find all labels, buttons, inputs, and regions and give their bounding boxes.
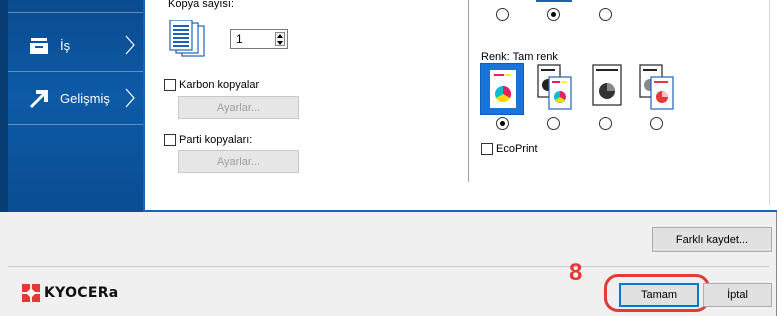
cancel-button[interactable]: İptal xyxy=(703,283,772,307)
ok-button[interactable]: Tamam xyxy=(619,283,699,307)
single-color-icon[interactable] xyxy=(635,63,679,115)
settings-panel-inner: Kopya sayısı: 1 Karbon kopyalar Ayarlar.… xyxy=(150,0,770,205)
batch-copies-checkbox[interactable] xyxy=(164,134,176,146)
step-number-callout: 8 xyxy=(569,259,583,286)
auto-color-icon[interactable] xyxy=(533,63,577,115)
batch-copies-label: Parti kopyaları: xyxy=(179,134,253,146)
copies-spin-buttons[interactable] xyxy=(275,32,285,46)
batch-settings-button: Ayarlar... xyxy=(178,150,299,173)
sidebar-item-label: İş xyxy=(60,38,71,53)
color-radio-single[interactable] xyxy=(650,117,663,130)
selection-indicator xyxy=(536,0,572,2)
carbon-settings-button: Ayarlar... xyxy=(178,96,299,119)
spin-up-icon[interactable] xyxy=(277,34,283,38)
sidebar-item-label: Gelişmiş xyxy=(60,91,110,106)
print-properties-window: İş Gelişmiş Kopya sayısı: 1 Karbon kopya… xyxy=(0,0,777,316)
full-color-icon[interactable] xyxy=(480,63,524,115)
color-radio-auto[interactable] xyxy=(547,117,560,130)
settings-panel: Kopya sayısı: 1 Karbon kopyalar Ayarlar.… xyxy=(143,0,777,212)
option-radio-selected[interactable] xyxy=(547,8,560,21)
batch-copies-option[interactable]: Parti kopyaları: xyxy=(164,134,252,146)
copies-value: 1 xyxy=(236,32,243,46)
copies-label: Kopya sayısı: xyxy=(168,0,235,10)
option-radio[interactable] xyxy=(599,8,612,21)
column-divider xyxy=(468,0,469,182)
chevron-right-icon xyxy=(125,35,135,55)
color-mode-label: Renk: Tam renk xyxy=(481,51,558,63)
job-icon xyxy=(28,35,50,57)
chevron-right-icon xyxy=(125,88,135,108)
sidebar-item-job[interactable]: İş xyxy=(8,20,143,72)
kyocera-logo-mark xyxy=(22,284,40,302)
color-radio-full[interactable] xyxy=(496,117,509,130)
ecoprint-option[interactable]: EcoPrint xyxy=(481,143,538,155)
sidebar-item-top[interactable] xyxy=(8,0,143,13)
footer-separator xyxy=(8,266,769,267)
sidebar-nav: İş Gelişmiş xyxy=(0,0,143,212)
kyocera-logo-text: KYOCERa xyxy=(44,285,119,301)
carbon-copies-checkbox[interactable] xyxy=(164,79,176,91)
save-as-button[interactable]: Farklı kaydet... xyxy=(652,227,772,252)
copies-icon xyxy=(169,20,205,57)
carbon-copies-label: Karbon kopyalar xyxy=(179,79,260,91)
sidebar-strip xyxy=(0,0,8,212)
sidebar-item-advanced[interactable]: Gelişmiş xyxy=(8,73,143,125)
carbon-copies-option[interactable]: Karbon kopyalar xyxy=(164,79,259,91)
ecoprint-label: EcoPrint xyxy=(496,143,538,155)
option-radio[interactable] xyxy=(496,8,509,21)
color-radio-bw[interactable] xyxy=(599,117,612,130)
kyocera-logo: KYOCERa xyxy=(22,283,119,303)
spin-down-icon[interactable] xyxy=(277,41,283,45)
copies-stepper[interactable]: 1 xyxy=(230,29,288,49)
ecoprint-checkbox[interactable] xyxy=(481,143,493,155)
advanced-arrow-icon xyxy=(28,88,50,110)
black-white-icon[interactable] xyxy=(585,63,629,115)
